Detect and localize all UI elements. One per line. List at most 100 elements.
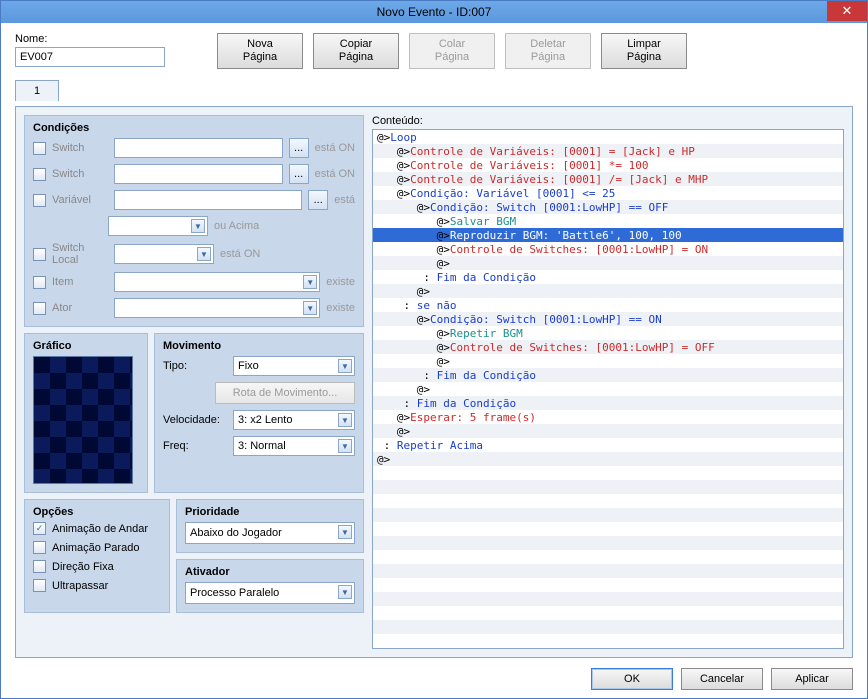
close-button[interactable]: ✕ (827, 1, 867, 21)
move-freq-combo[interactable]: 3: Normal▼ (233, 436, 355, 456)
actor-combo: ▼ (114, 298, 320, 318)
command-line[interactable]: : se não (373, 298, 843, 312)
command-line[interactable]: @> (373, 284, 843, 298)
command-line-empty[interactable] (373, 620, 843, 634)
item-combo: ▼ (114, 272, 320, 292)
command-line[interactable]: @>Repetir BGM (373, 326, 843, 340)
stop-anim-checkbox[interactable] (33, 541, 46, 554)
name-group: Nome: (15, 33, 165, 67)
command-line-empty[interactable] (373, 536, 843, 550)
graphic-legend: Gráfico (33, 340, 139, 352)
options-fieldset: Opções ✓ Animação de Andar Animação Parad… (24, 499, 170, 613)
tab-page-1[interactable]: 1 (15, 80, 59, 101)
command-line-empty[interactable] (373, 550, 843, 564)
move-type-combo[interactable]: Fixo▼ (233, 356, 355, 376)
priority-fieldset: Prioridade Abaixo do Jogador▼ (176, 499, 364, 553)
chevron-down-icon: ▼ (197, 247, 211, 261)
command-line[interactable]: @> (373, 452, 843, 466)
command-line[interactable]: @>Condição: Variável [0001] <= 25 (373, 186, 843, 200)
command-line[interactable]: : Repetir Acima (373, 438, 843, 452)
command-line[interactable]: @> (373, 382, 843, 396)
command-line[interactable]: @>Condição: Switch [0001:LowHP] == OFF (373, 200, 843, 214)
command-line-empty[interactable] (373, 494, 843, 508)
priority-trigger-col: Prioridade Abaixo do Jogador▼ Ativador P… (176, 499, 364, 613)
graphic-preview[interactable] (33, 356, 133, 484)
fixed-dir-checkbox[interactable] (33, 560, 46, 573)
walk-anim-label: Animação de Andar (52, 523, 148, 535)
command-line[interactable]: @>Controle de Variáveis: [0001] /= [Jack… (373, 172, 843, 186)
command-line[interactable]: @> (373, 256, 843, 270)
switch2-label: Switch (52, 168, 108, 180)
window-title: Novo Evento - ID:007 (377, 5, 492, 19)
variable-suffix: está (334, 194, 355, 206)
ok-button[interactable]: OK (591, 668, 673, 690)
clear-page-button[interactable]: LimparPágina (601, 33, 687, 69)
actor-checkbox[interactable] (33, 302, 46, 315)
command-line-empty[interactable] (373, 578, 843, 592)
move-speed-label: Velocidade: (163, 414, 227, 426)
command-line-empty[interactable] (373, 522, 843, 536)
event-command-list[interactable]: @>Loop @>Controle de Variáveis: [0001] =… (372, 129, 844, 649)
graphic-movement-row: Gráfico Movimento Tipo: Fixo▼ Rota de Mo… (24, 333, 364, 493)
command-line[interactable]: @>Salvar BGM (373, 214, 843, 228)
chevron-down-icon: ▼ (338, 413, 352, 427)
variable-browse-button[interactable]: ... (308, 190, 328, 210)
switch-local-checkbox[interactable] (33, 248, 46, 261)
chevron-down-icon: ▼ (338, 439, 352, 453)
variable-value-field: ▼ (108, 216, 208, 236)
command-line-empty[interactable] (373, 466, 843, 480)
dialog-buttons: OK Cancelar Aplicar (15, 664, 853, 690)
cancel-button[interactable]: Cancelar (681, 668, 763, 690)
command-line-empty[interactable] (373, 508, 843, 522)
command-line[interactable]: @>Controle de Variáveis: [0001] = [Jack]… (373, 144, 843, 158)
apply-button[interactable]: Aplicar (771, 668, 853, 690)
switch1-checkbox[interactable] (33, 142, 46, 155)
command-line[interactable]: @>Controle de Switches: [0001:LowHP] = O… (373, 242, 843, 256)
copy-page-button[interactable]: CopiarPágina (313, 33, 399, 69)
condition-actor: Ator ▼ existe (33, 298, 355, 318)
options-legend: Opções (33, 506, 161, 518)
command-line-empty[interactable] (373, 606, 843, 620)
command-line[interactable]: : Fim da Condição (373, 270, 843, 284)
switch2-browse-button[interactable]: ... (289, 164, 309, 184)
close-icon: ✕ (842, 3, 853, 19)
command-line[interactable]: : Fim da Condição (373, 368, 843, 382)
switch2-checkbox[interactable] (33, 168, 46, 181)
command-line[interactable]: @>Loop (373, 130, 843, 144)
command-line[interactable]: @>Controle de Variáveis: [0001] *= 100 (373, 158, 843, 172)
variable-field (114, 190, 302, 210)
switch1-browse-button[interactable]: ... (289, 138, 309, 158)
trigger-combo[interactable]: Processo Paralelo▼ (185, 582, 355, 604)
name-input[interactable] (15, 47, 165, 67)
chevron-down-icon: ▼ (338, 525, 352, 539)
chevron-down-icon: ▼ (191, 219, 205, 233)
command-line[interactable]: @>Reproduzir BGM: 'Battle6', 100, 100 (373, 228, 843, 242)
command-line[interactable]: @>Condição: Switch [0001:LowHP] == ON (373, 312, 843, 326)
command-line[interactable]: @>Esperar: 5 frame(s) (373, 410, 843, 424)
command-line[interactable]: @> (373, 354, 843, 368)
titlebar[interactable]: Novo Evento - ID:007 ✕ (1, 1, 867, 23)
command-line-empty[interactable] (373, 564, 843, 578)
move-speed-combo[interactable]: 3: x2 Lento▼ (233, 410, 355, 430)
stop-anim-label: Animação Parado (52, 542, 139, 554)
switch1-field (114, 138, 283, 158)
through-checkbox[interactable] (33, 579, 46, 592)
condition-item: Item ▼ existe (33, 272, 355, 292)
command-line-empty[interactable] (373, 592, 843, 606)
command-line-empty[interactable] (373, 480, 843, 494)
variable-checkbox[interactable] (33, 194, 46, 207)
walk-anim-checkbox[interactable]: ✓ (33, 522, 46, 535)
chevron-down-icon: ▼ (303, 275, 317, 289)
variable-label: Variável (52, 194, 108, 206)
switch2-field (114, 164, 283, 184)
command-line-empty[interactable] (373, 634, 843, 648)
command-line[interactable]: @>Controle de Switches: [0001:LowHP] = O… (373, 340, 843, 354)
new-page-button[interactable]: NovaPágina (217, 33, 303, 69)
paste-page-button: ColarPágina (409, 33, 495, 69)
item-checkbox[interactable] (33, 276, 46, 289)
event-editor-window: Novo Evento - ID:007 ✕ Nome: NovaPágina … (0, 0, 868, 699)
priority-combo[interactable]: Abaixo do Jogador▼ (185, 522, 355, 544)
command-line[interactable]: : Fim da Condição (373, 396, 843, 410)
command-line[interactable]: @> (373, 424, 843, 438)
conditions-fieldset: Condições Switch ... está ON Switch ... … (24, 115, 364, 327)
